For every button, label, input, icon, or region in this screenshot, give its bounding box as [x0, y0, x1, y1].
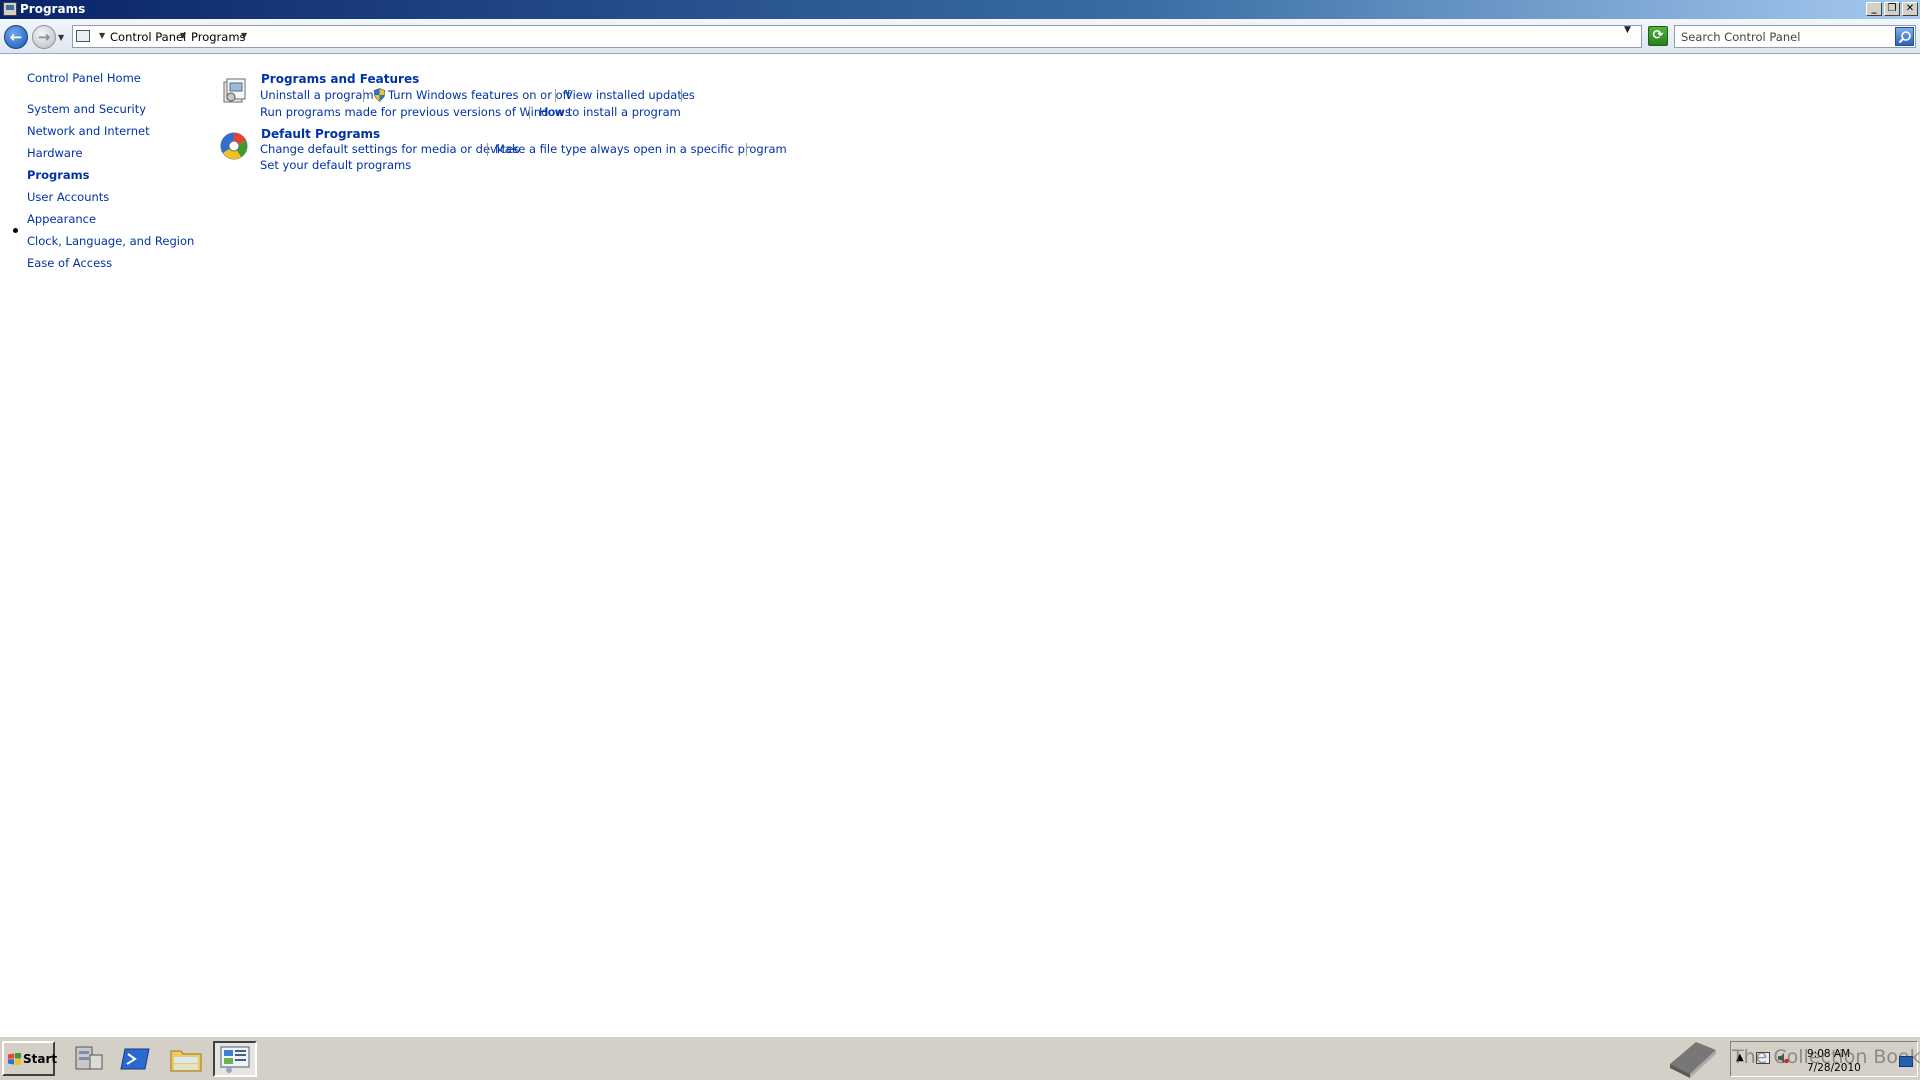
uninstall-program-link[interactable]: Uninstall a program [260, 88, 374, 102]
default-programs-title[interactable]: Default Programs [261, 127, 380, 141]
explorer-icon [170, 1050, 202, 1072]
nav-system-and-security[interactable]: System and Security [27, 102, 146, 116]
show-desktop-icon[interactable] [1899, 1056, 1913, 1067]
nav-ease-of-access[interactable]: Ease of Access [27, 256, 112, 270]
chevron-down-icon[interactable]: ▼ [241, 31, 247, 40]
restore-button[interactable]: ❐ [1884, 2, 1900, 16]
default-programs-icon[interactable] [219, 131, 249, 161]
windows-logo-icon [8, 1053, 21, 1065]
breadcrumb-programs[interactable]: Programs [191, 30, 246, 44]
search-input[interactable] [1675, 26, 1895, 47]
start-label: Start [23, 1052, 58, 1066]
network-icon[interactable] [1756, 1052, 1770, 1064]
file-type-association-link[interactable]: Make a file type always open in a specif… [495, 142, 787, 156]
view-installed-updates-link[interactable]: View installed updates [565, 88, 695, 102]
close-button[interactable]: ✕ [1902, 2, 1918, 16]
turn-windows-features-link[interactable]: Turn Windows features on or off [388, 88, 571, 102]
link-separator [746, 143, 747, 156]
link-separator [363, 89, 364, 102]
control-panel-window-icon[interactable] [3, 2, 17, 16]
search-icon[interactable] [1895, 27, 1914, 46]
programs-and-features-title[interactable]: Programs and Features [261, 72, 419, 86]
taskbar: Start ▲ 9:08 AM 7/28/2010 [0, 1035, 1920, 1080]
show-hidden-icons-icon[interactable]: ▲ [1736, 1052, 1744, 1063]
chevron-down-icon[interactable]: ▼ [99, 31, 105, 40]
how-to-install-program-link[interactable]: How to install a program [539, 105, 681, 119]
nav-hardware[interactable]: Hardware [27, 146, 83, 160]
nav-programs[interactable]: Programs [27, 168, 90, 182]
left-navigation-pane: Control Panel Home System and Security N… [0, 55, 200, 1035]
forward-button[interactable]: → [32, 25, 56, 49]
start-button[interactable]: Start [2, 1041, 58, 1076]
navigation-bar: ← → ▼ ▼ Control Panel ▼ Programs ▼ ▼ ⟳ [0, 19, 1920, 54]
clock-date[interactable]: 7/28/2010 [1807, 1062, 1861, 1074]
powershell-taskbar-button[interactable] [115, 1041, 159, 1077]
run-older-programs-link[interactable]: Run programs made for previous versions … [260, 105, 571, 119]
clock-time[interactable]: 9:08 AM [1807, 1048, 1850, 1060]
uac-shield-icon [373, 88, 386, 102]
current-page-bullet-icon [13, 228, 18, 233]
control-panel-address-icon [76, 30, 90, 42]
refresh-button[interactable]: ⟳ [1648, 26, 1668, 46]
nav-network-and-internet[interactable]: Network and Internet [27, 124, 150, 138]
volume-muted-icon[interactable] [1777, 1052, 1789, 1064]
notification-area: ▲ 9:08 AM 7/28/2010 [1730, 1041, 1918, 1077]
programs-and-features-icon[interactable] [219, 76, 249, 106]
change-media-defaults-link[interactable]: Change default settings for media or dev… [260, 142, 519, 156]
link-separator [487, 143, 488, 156]
set-default-programs-link[interactable]: Set your default programs [260, 158, 411, 172]
back-button[interactable]: ← [4, 25, 28, 49]
recent-pages-dropdown-icon[interactable]: ▼ [58, 33, 64, 42]
powershell-icon [120, 1048, 150, 1070]
window-title: Programs [20, 2, 86, 16]
explorer-taskbar-button[interactable] [164, 1041, 208, 1077]
nav-appearance[interactable]: Appearance [27, 212, 96, 226]
control-panel-taskbar-button[interactable] [213, 1041, 257, 1077]
link-separator [555, 89, 556, 102]
address-dropdown-icon[interactable]: ▼ [1624, 25, 1631, 35]
nav-control-panel-home[interactable]: Control Panel Home [27, 71, 141, 85]
title-bar: Programs _ ❐ ✕ [0, 0, 1920, 19]
link-separator [529, 106, 530, 119]
control-panel-icon [220, 1046, 250, 1073]
nav-clock-language-region[interactable]: Clock, Language, and Region [27, 234, 194, 248]
link-separator [681, 89, 682, 102]
server-manager-icon [75, 1046, 103, 1070]
breadcrumb-control-panel[interactable]: Control Panel [110, 30, 186, 44]
server-manager-taskbar-button[interactable] [66, 1041, 110, 1077]
address-field[interactable]: ▼ Control Panel ▼ Programs ▼ [72, 25, 1642, 48]
nav-user-accounts[interactable]: User Accounts [27, 190, 109, 204]
chevron-down-icon[interactable]: ▼ [180, 31, 186, 40]
minimize-button[interactable]: _ [1866, 2, 1882, 16]
search-box [1674, 25, 1916, 48]
